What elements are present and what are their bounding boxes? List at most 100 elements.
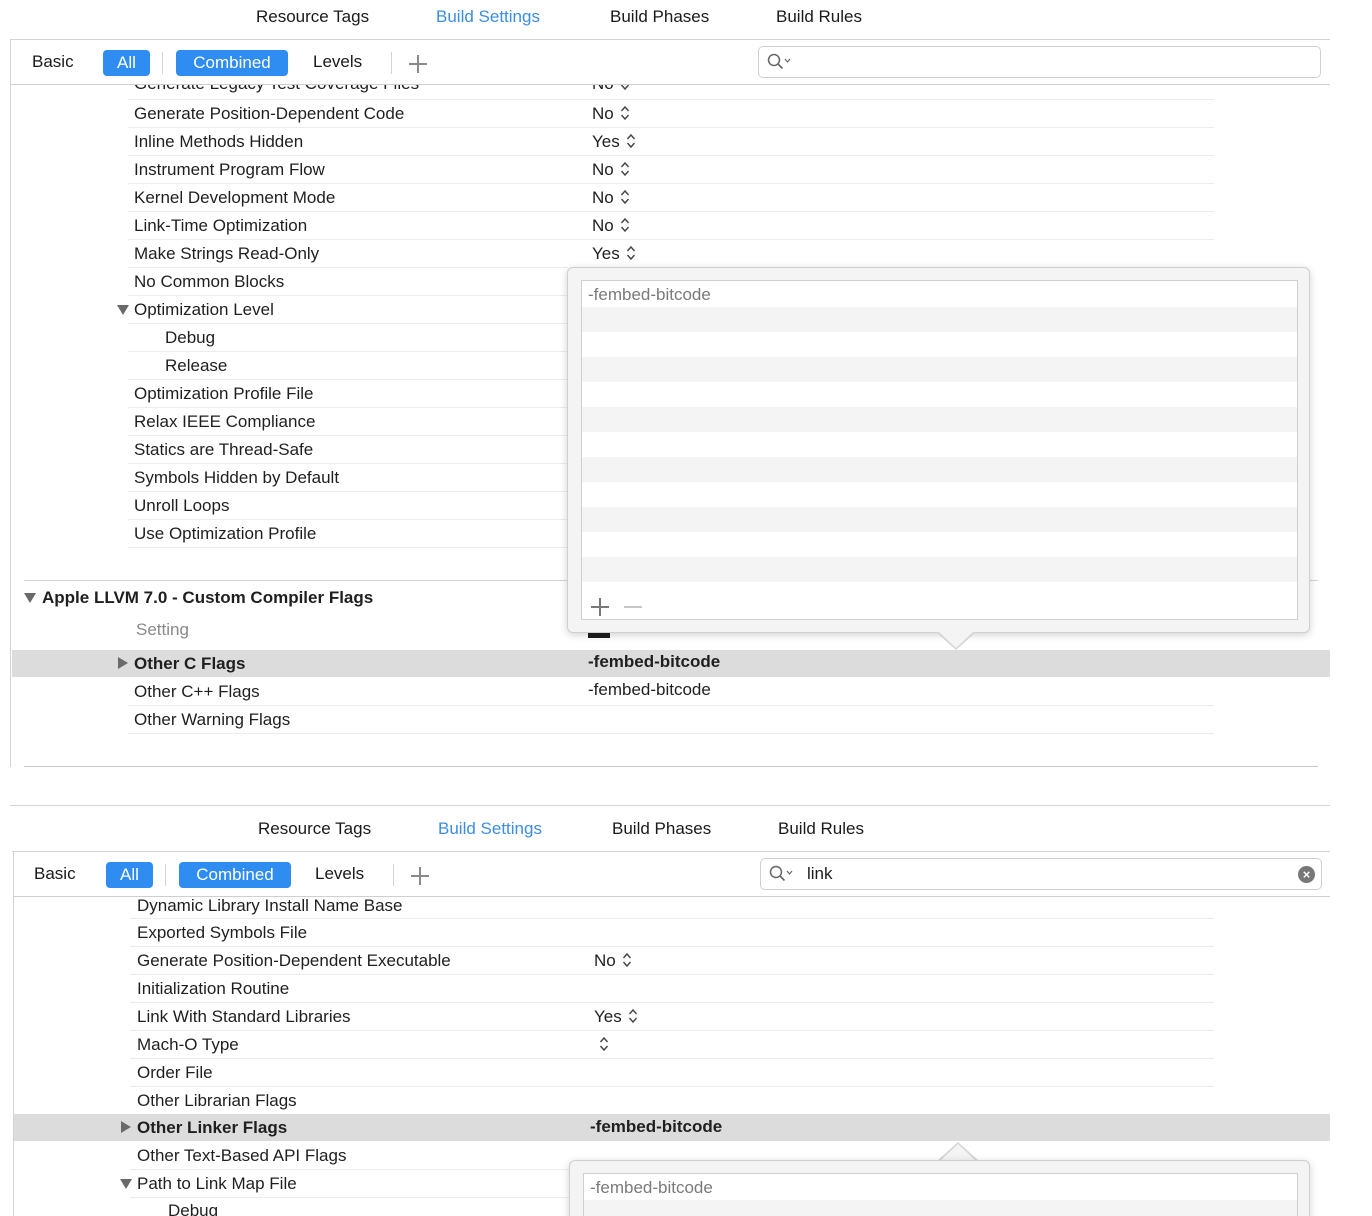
setting-label: Link With Standard Libraries [137, 1007, 351, 1026]
setting-value[interactable]: Yes [592, 132, 636, 152]
stepper-icon[interactable] [620, 105, 630, 121]
panel-top-divider [10, 805, 1330, 806]
stepper-icon[interactable] [620, 217, 630, 233]
flag-entry[interactable]: -fembed-bitcode [590, 1178, 713, 1198]
setting-sublabel: Debug [165, 328, 216, 347]
setting-label: No Common Blocks [134, 272, 285, 291]
setting-label: Instrument Program Flow [134, 160, 325, 179]
list-stripe [582, 557, 1297, 582]
setting-value[interactable]: -fembed-bitcode [588, 680, 711, 700]
row-divider [128, 491, 568, 492]
row-divider [128, 99, 1214, 100]
scope-separator [391, 52, 392, 74]
scope-all[interactable]: All [106, 862, 153, 888]
add-setting-icon[interactable] [410, 866, 430, 886]
scope-levels[interactable]: Levels [313, 52, 362, 72]
row-divider [128, 519, 568, 520]
row-divider [128, 267, 568, 268]
list-stripe [584, 1200, 1297, 1216]
list-stripe [582, 407, 1297, 432]
section-divider [24, 580, 570, 581]
setting-value[interactable] [594, 1035, 609, 1055]
section-disclosure-icon[interactable] [24, 593, 36, 603]
popover-arrow-fill [938, 631, 974, 648]
flag-entry[interactable]: -fembed-bitcode [588, 285, 711, 305]
section-title: Apple LLVM 7.0 - Custom Compiler Flags [42, 588, 374, 607]
tab-build-phases[interactable]: Build Phases [612, 819, 711, 839]
setting-label[interactable]: Other Linker Flags [137, 1118, 287, 1138]
tab-resource-tags[interactable]: Resource Tags [256, 7, 369, 27]
setting-value[interactable]: No [592, 216, 630, 236]
disclosure-expanded-icon[interactable] [117, 305, 129, 315]
setting-label: Kernel Development Mode [134, 188, 336, 207]
scope-levels[interactable]: Levels [315, 864, 364, 884]
setting-label: Relax IEEE Compliance [134, 412, 316, 431]
add-flag-icon[interactable] [590, 597, 610, 617]
remove-flag-icon[interactable] [624, 606, 642, 608]
tabbar-divider [12, 851, 1330, 852]
setting-label: Other Warning Flags [134, 710, 291, 729]
setting-label: Other C++ Flags [134, 682, 260, 701]
stepper-icon[interactable] [620, 85, 630, 91]
row-divider [128, 463, 568, 464]
setting-value[interactable]: Yes [592, 244, 636, 264]
tab-build-settings[interactable]: Build Settings [436, 7, 540, 27]
tab-resource-tags[interactable]: Resource Tags [258, 819, 371, 839]
row-divider [130, 1086, 1214, 1087]
scope-separator [393, 864, 394, 886]
disclosure-collapsed-icon[interactable] [121, 1121, 131, 1133]
stepper-icon[interactable] [626, 133, 636, 149]
setting-value[interactable]: No [592, 85, 630, 94]
search-input[interactable] [758, 46, 1321, 78]
setting-value[interactable]: Yes [594, 1007, 638, 1027]
row-divider [128, 155, 1214, 156]
setting-value[interactable]: No [592, 188, 630, 208]
row-divider [130, 918, 1214, 919]
setting-label: Link-Time Optimization [134, 216, 308, 235]
setting-label[interactable]: Other C Flags [134, 654, 245, 674]
setting-label: Optimization Profile File [134, 384, 314, 403]
row-divider [130, 1058, 1214, 1059]
stepper-icon[interactable] [599, 1036, 609, 1052]
setting-label: Other Librarian Flags [137, 1091, 297, 1110]
clear-search-icon[interactable]: × [1298, 866, 1315, 883]
scope-combined[interactable]: Combined [179, 862, 291, 888]
stepper-icon[interactable] [620, 161, 630, 177]
stepper-icon[interactable] [628, 1008, 638, 1024]
row-divider [130, 1169, 570, 1170]
tabbar-divider [10, 39, 1330, 40]
search-input[interactable]: link × [760, 858, 1322, 890]
flags-list[interactable]: -fembed-bitcode [583, 1173, 1298, 1216]
setting-label: Optimization Level [134, 300, 274, 319]
scope-basic[interactable]: Basic [32, 52, 74, 72]
row-divider [128, 183, 1214, 184]
list-stripe [582, 507, 1297, 532]
disclosure-collapsed-icon[interactable] [118, 657, 128, 669]
stepper-icon[interactable] [620, 189, 630, 205]
row-divider [128, 211, 1214, 212]
setting-label: Inline Methods Hidden [134, 132, 304, 151]
row-divider [128, 407, 568, 408]
tab-build-settings[interactable]: Build Settings [438, 819, 542, 839]
add-setting-icon[interactable] [408, 54, 428, 74]
stepper-icon[interactable] [622, 952, 632, 968]
setting-label: Dynamic Library Install Name Base [137, 896, 403, 915]
scope-combined[interactable]: Combined [176, 50, 288, 76]
tab-build-phases[interactable]: Build Phases [610, 7, 709, 27]
setting-value[interactable]: No [594, 951, 632, 971]
tab-build-rules[interactable]: Build Rules [778, 819, 864, 839]
flags-list[interactable]: -fembed-bitcode [581, 280, 1298, 620]
setting-label: Generate Position-Dependent Executable [137, 951, 451, 970]
panel-left-border [10, 39, 11, 767]
setting-label: Unroll Loops [134, 496, 230, 515]
flags-popover: -fembed-bitcode [567, 267, 1310, 633]
setting-value[interactable]: -fembed-bitcode [588, 652, 720, 672]
scope-basic[interactable]: Basic [34, 864, 76, 884]
setting-value[interactable]: No [592, 160, 630, 180]
disclosure-expanded-icon[interactable] [120, 1179, 132, 1189]
setting-value[interactable]: No [592, 104, 630, 124]
setting-value[interactable]: -fembed-bitcode [590, 1117, 722, 1137]
stepper-icon[interactable] [626, 245, 636, 261]
scope-all[interactable]: All [103, 50, 150, 76]
tab-build-rules[interactable]: Build Rules [776, 7, 862, 27]
